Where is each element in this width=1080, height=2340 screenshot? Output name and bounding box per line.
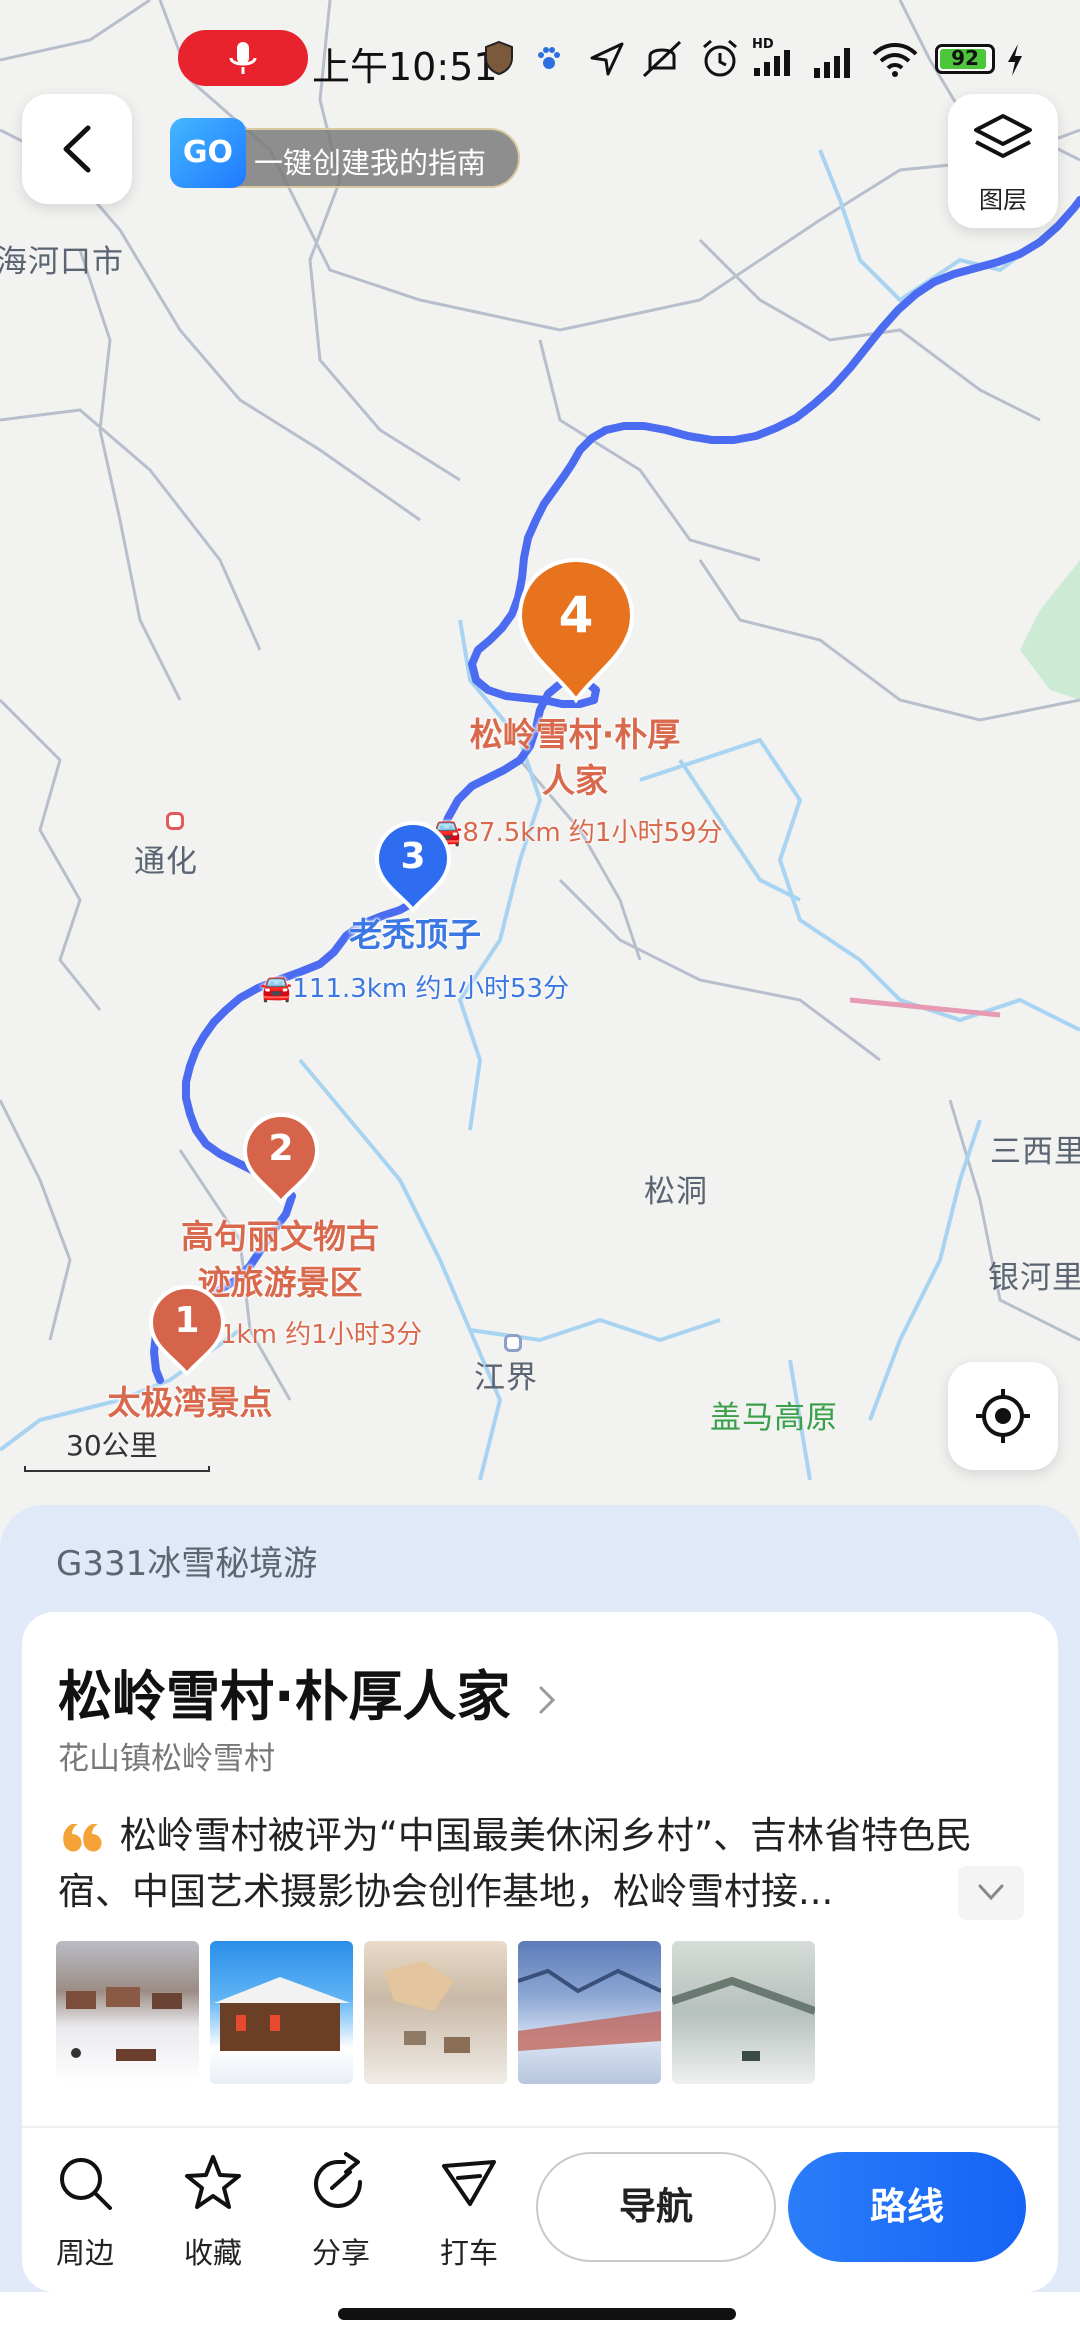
- divider: [22, 2126, 1058, 2128]
- scale-bar: [24, 1466, 210, 1472]
- paw-icon: [538, 47, 560, 69]
- town-dot-icon: [504, 1334, 522, 1352]
- aerial-village-photo: [384, 1961, 470, 2053]
- poi-title[interactable]: 松岭雪村·朴厚人家: [58, 1652, 561, 1731]
- quote-icon: [58, 1818, 108, 1858]
- stop-1-number: 1: [174, 1300, 200, 1341]
- route-button[interactable]: 路线: [788, 2152, 1026, 2262]
- snow-forest-photo: [518, 1968, 661, 2051]
- navigate-button[interactable]: 导航: [536, 2152, 776, 2262]
- layers-label: 图层: [979, 186, 1027, 214]
- photo-thumbnail-5[interactable]: [672, 1941, 815, 2084]
- crosshair-icon: [976, 1389, 1030, 1443]
- photo-thumbnail-1[interactable]: [56, 1941, 199, 2084]
- city-label: 海河口市: [0, 244, 124, 280]
- clock: 上午10:51: [312, 45, 498, 89]
- place-label: 松洞: [644, 1174, 708, 1210]
- share-icon[interactable]: [310, 2152, 372, 2214]
- city-label: 通化: [134, 844, 198, 880]
- battery-icon: 92: [935, 44, 995, 74]
- stop-2-number: 2: [268, 1128, 294, 1169]
- car-icon: 🚘: [260, 974, 293, 1004]
- search-icon[interactable]: [54, 2152, 116, 2214]
- scale-label: 30公里: [66, 1429, 158, 1462]
- shield-icon: [485, 40, 513, 76]
- chevron-left-icon: [63, 125, 91, 173]
- stop-3-distance: 🚘111.3km 约1小时53分: [260, 974, 570, 1004]
- stop-3-name[interactable]: 老秃顶子: [330, 912, 500, 958]
- poi-description: 松岭雪村被评为“中国最美休闲乡村”、吉林省特色民宿、中国艺术摄影协会创作基地，松…: [58, 1814, 973, 1913]
- share-label[interactable]: 分享: [291, 2230, 391, 2272]
- taxi-label[interactable]: 打车: [419, 2230, 519, 2272]
- photo-thumbnail-2[interactable]: [210, 1941, 353, 2084]
- nearby-label[interactable]: 周边: [35, 2230, 135, 2272]
- stop-1-name[interactable]: 太极湾景点: [90, 1380, 290, 1426]
- place-label: 江界: [474, 1360, 538, 1396]
- charging-icon: [1008, 44, 1022, 76]
- home-indicator[interactable]: [338, 2308, 736, 2320]
- expand-button[interactable]: [958, 1866, 1024, 1920]
- place-label: 盖马高原: [710, 1400, 838, 1436]
- stop-4-distance: 🚘87.5km 约1小时59分: [430, 818, 723, 848]
- snowy-road-photo: [672, 1976, 815, 2061]
- stop-1-distance: 1km 约1小时3分: [220, 1320, 423, 1350]
- photo-thumbnail-4[interactable]: [518, 1941, 661, 2084]
- chevron-down-icon: [978, 1884, 1004, 1901]
- place-label: 三西里: [990, 1134, 1080, 1170]
- route-title: G331冰雪秘境游: [56, 1544, 318, 1584]
- stop-3-number: 3: [400, 836, 426, 877]
- stop-4-name[interactable]: 松岭雪村·朴厚 人家: [420, 712, 730, 804]
- chevron-right-icon: [539, 1686, 556, 1714]
- mute-vibrate-icon: [642, 40, 682, 78]
- wooden-house-photo: [214, 1977, 350, 2051]
- back-button[interactable]: [22, 94, 132, 204]
- locate-button[interactable]: [948, 1362, 1058, 1470]
- alarm-icon: [703, 39, 737, 77]
- hd-signal-icon: HD: [752, 37, 790, 76]
- favorite-label[interactable]: 收藏: [163, 2230, 263, 2272]
- recording-pill[interactable]: [178, 30, 308, 86]
- place-label: 银河里: [988, 1260, 1080, 1296]
- location-arrow-icon: [590, 42, 624, 76]
- status-bar: 上午10:51 HD 92: [0, 30, 1080, 90]
- taxi-icon[interactable]: [438, 2152, 500, 2214]
- snow-village-photo: [66, 1987, 182, 2061]
- star-icon[interactable]: [182, 2152, 244, 2214]
- go-badge: GO: [170, 118, 246, 188]
- poi-address: 花山镇松岭雪村: [58, 1741, 275, 1777]
- city-dot-icon: [166, 812, 184, 830]
- wifi-icon: [872, 43, 918, 77]
- microphone-recording-icon: [229, 42, 257, 74]
- svg-text:HD: HD: [752, 37, 774, 52]
- layers-icon: [974, 114, 1032, 158]
- layers-button[interactable]: 图层: [948, 94, 1058, 228]
- photo-thumbnail-3[interactable]: [364, 1941, 507, 2084]
- signal-icon: [814, 48, 850, 78]
- stop-4-number: 4: [558, 586, 594, 644]
